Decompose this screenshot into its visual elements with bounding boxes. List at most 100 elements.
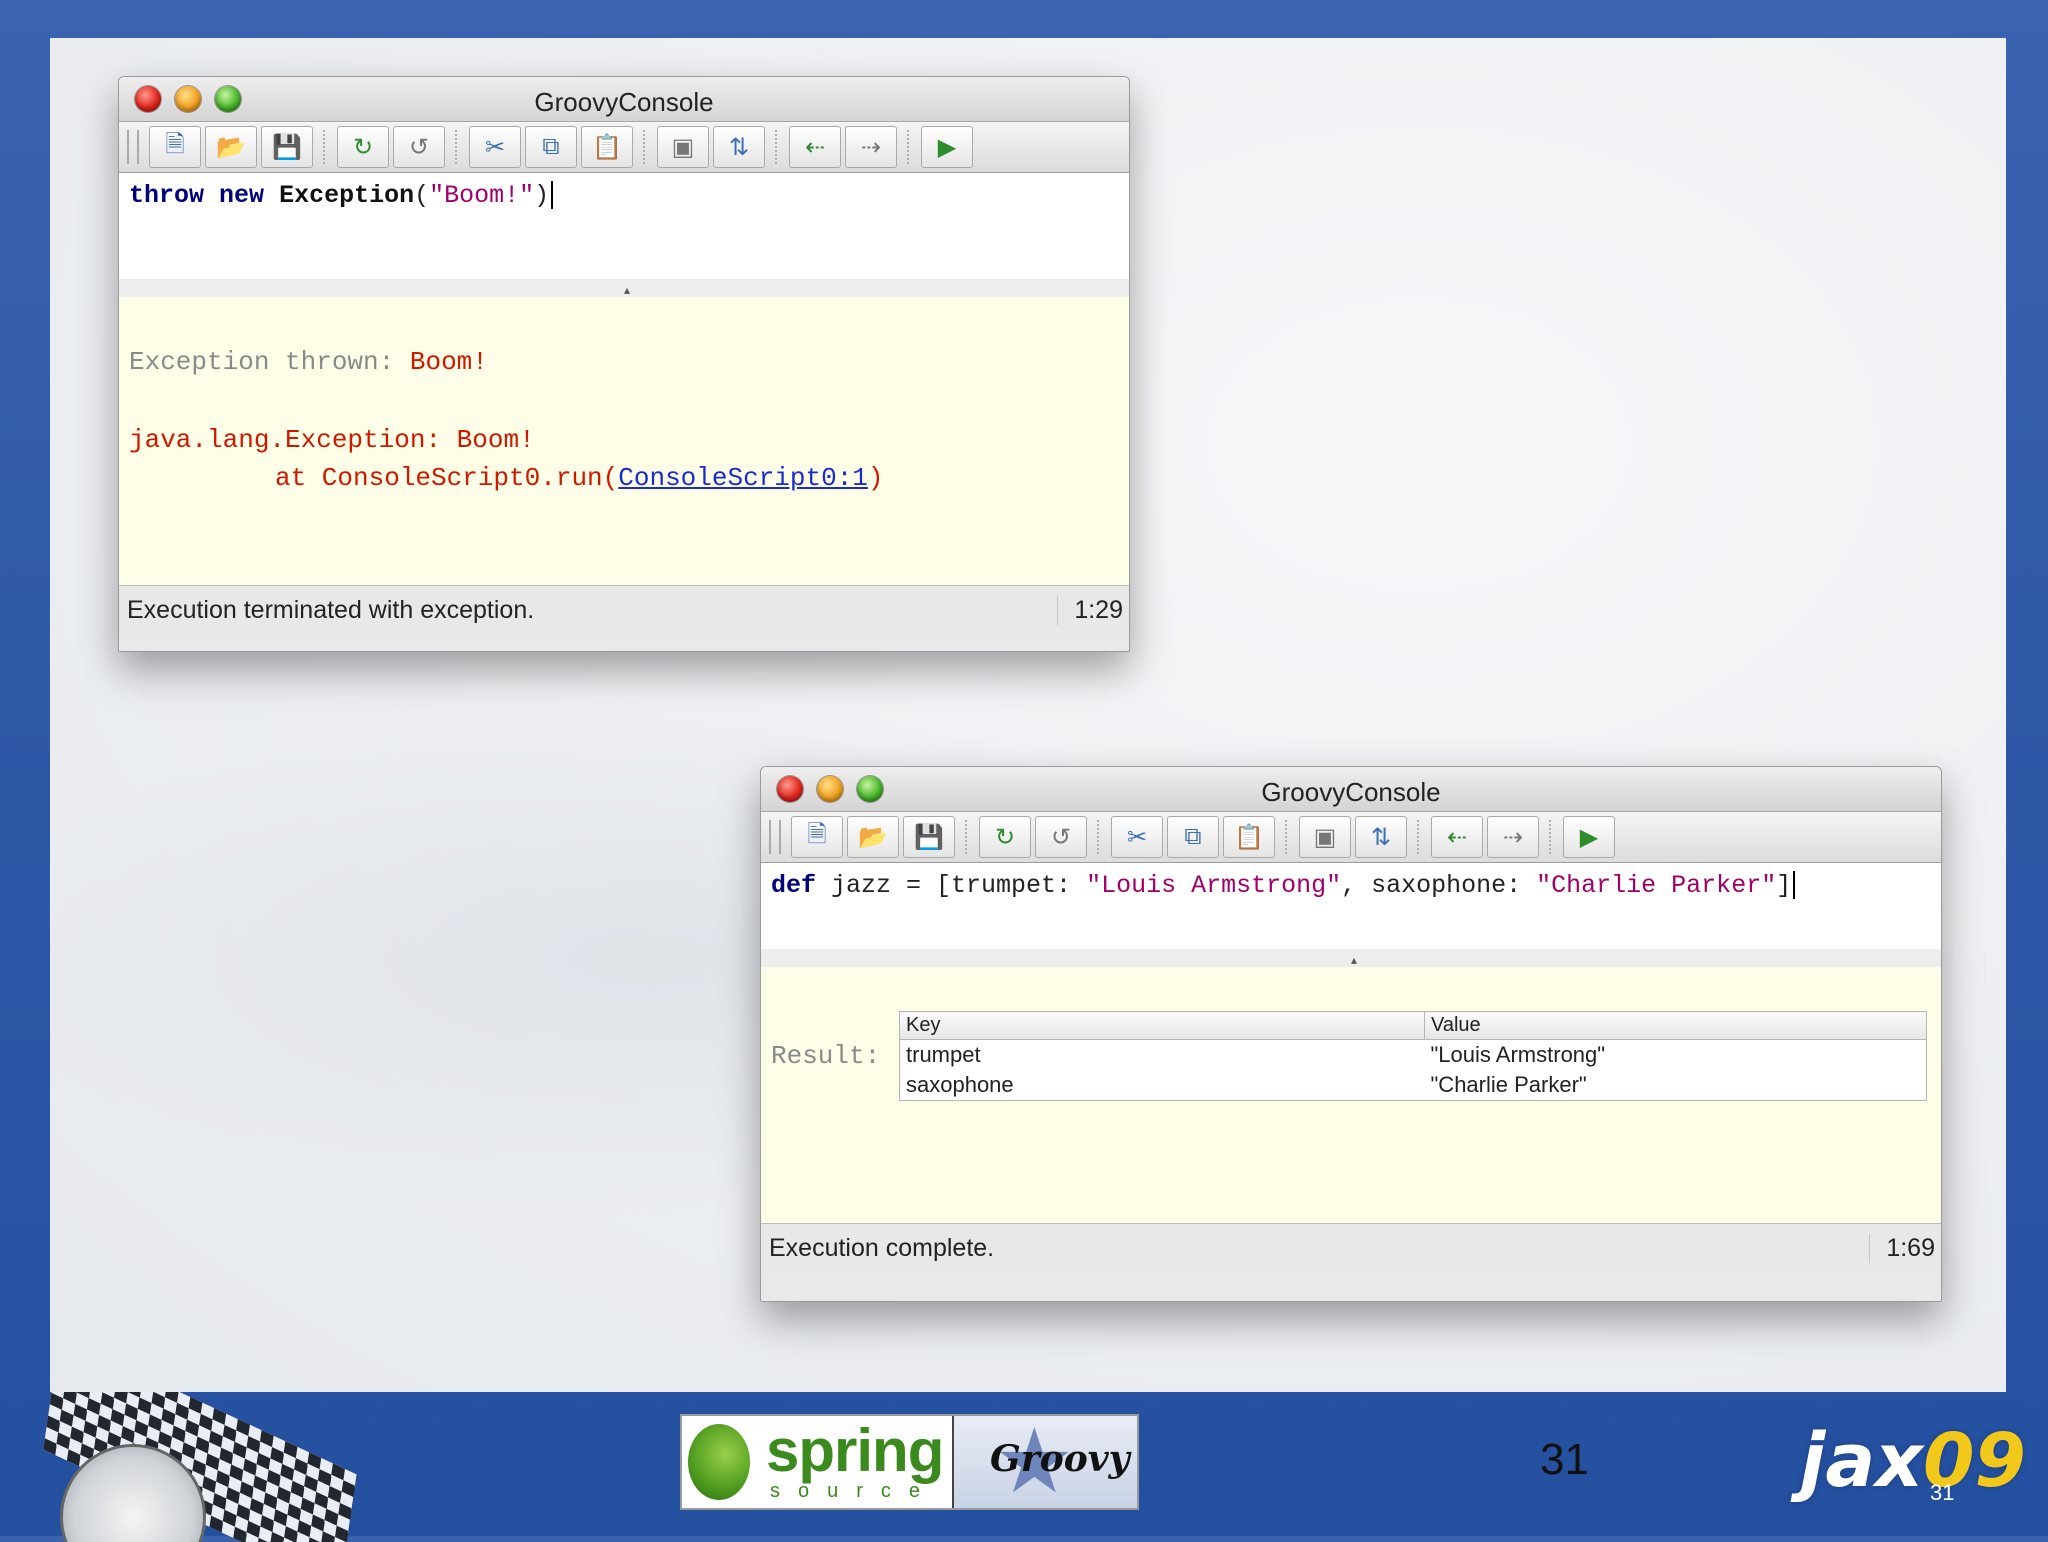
source-logo-text: source — [770, 1480, 939, 1502]
code-class-name: Exception — [279, 181, 415, 210]
history-forward-button[interactable]: ⇢ — [1487, 816, 1539, 858]
toolbar-separator — [1285, 820, 1289, 854]
split-pane-divider[interactable]: ▴ — [119, 279, 1129, 297]
table-cell-key: trumpet — [906, 1042, 981, 1067]
new-file-icon: 🗎 — [807, 820, 827, 848]
toolbar-separator — [1549, 820, 1553, 854]
paste-button[interactable]: 📋 — [1223, 816, 1275, 858]
copy-button[interactable]: ⧉ — [525, 126, 577, 168]
paste-button[interactable]: 📋 — [581, 126, 633, 168]
replace-button[interactable]: ⇅ — [1355, 816, 1407, 858]
toolbar-separator — [1097, 820, 1101, 854]
copy-button[interactable]: ⧉ — [1167, 816, 1219, 858]
code-fragment: , saxophone: — [1341, 871, 1537, 900]
window-title: GroovyConsole — [1261, 777, 1441, 807]
find-button[interactable]: ▣ — [1299, 816, 1351, 858]
open-file-icon: 📂 — [216, 133, 246, 161]
undo-icon: ↻ — [994, 823, 1016, 851]
save-button[interactable]: 💾 — [903, 816, 955, 858]
column-header-key[interactable]: Key — [899, 1011, 1425, 1040]
run-script-icon: ▶ — [937, 133, 957, 161]
run-script-icon: ▶ — [1579, 823, 1599, 851]
column-header-value[interactable]: Value — [1424, 1011, 1927, 1040]
history-back-icon: ⇠ — [1446, 823, 1468, 851]
code-keyword-throw: throw — [129, 181, 205, 210]
toolbar-separator — [323, 130, 327, 164]
toolbar: 🗎 📂 💾 ↻ ↺ ✂ ⧉ 📋 ▣ ⇅ ⇠ ⇢ ▶ — [761, 812, 1941, 863]
table-cell-value: "Charlie Parker" — [1430, 1072, 1587, 1097]
run-script-button[interactable]: ▶ — [921, 126, 973, 168]
text-caret — [1793, 871, 1796, 900]
code-keyword-new: new — [219, 181, 265, 210]
window-titlebar[interactable]: GroovyConsole — [761, 767, 1941, 812]
groovy-console-window-exception: GroovyConsole 🗎 📂 💾 ↻ ↺ ✂ ⧉ 📋 ▣ ⇅ ⇠ ⇢ ▶ … — [118, 76, 1130, 652]
script-editor[interactable]: def jazz = [trumpet: "Louis Armstrong", … — [761, 863, 1941, 949]
toolbar-separator — [965, 820, 969, 854]
code-paren-open: ( — [414, 181, 430, 210]
sponsor-logos: spring source ★ Groovy — [680, 1414, 1139, 1510]
stacktrace-source-link[interactable]: ConsoleScript0:1 — [618, 463, 868, 493]
replace-button[interactable]: ⇅ — [713, 126, 765, 168]
history-back-button[interactable]: ⇠ — [1431, 816, 1483, 858]
code-paren-close: ) — [534, 181, 550, 210]
result-table-header: Key Value — [899, 1011, 1927, 1040]
undo-button[interactable]: ↻ — [979, 816, 1031, 858]
undo-button[interactable]: ↻ — [337, 126, 389, 168]
jax-page-number: 31 — [1930, 1480, 1955, 1505]
run-script-button[interactable]: ▶ — [1563, 816, 1615, 858]
status-message: Execution complete. — [769, 1234, 995, 1262]
toolbar-separator — [643, 130, 647, 164]
table-row[interactable]: trumpet "Louis Armstrong" — [900, 1040, 1927, 1071]
find-button[interactable]: ▣ — [657, 126, 709, 168]
undo-icon: ↻ — [352, 133, 374, 161]
code-fragment: jazz = [trumpet: — [816, 871, 1087, 900]
groovy-logo-text: Groovy — [990, 1438, 1130, 1480]
script-editor[interactable]: throw new Exception("Boom!") — [119, 173, 1129, 279]
new-file-button[interactable]: 🗎 — [149, 126, 201, 168]
code-string: "Boom!" — [429, 181, 535, 210]
copy-icon: ⧉ — [1184, 823, 1202, 850]
cut-button[interactable]: ✂ — [1111, 816, 1163, 858]
redo-icon: ↺ — [1050, 823, 1072, 851]
spring-logo-text: spring — [766, 1417, 944, 1484]
stacktrace-prefix: at ConsoleScript0.run( — [275, 463, 619, 493]
stacktrace-line-1: java.lang.Exception: Boom! — [129, 425, 535, 455]
replace-icon: ⇅ — [1370, 823, 1392, 851]
cursor-position: 1:69 — [1869, 1234, 1935, 1263]
redo-icon: ↺ — [408, 133, 430, 161]
new-file-button[interactable]: 🗎 — [791, 816, 843, 858]
toolbar-separator — [1417, 820, 1421, 854]
split-pane-divider[interactable]: ▴ — [761, 949, 1941, 967]
toolbar-grip[interactable] — [127, 130, 139, 164]
table-row[interactable]: saxophone "Charlie Parker" — [900, 1070, 1927, 1101]
code-string: "Louis Armstrong" — [1086, 871, 1342, 900]
save-button[interactable]: 💾 — [261, 126, 313, 168]
result-table: Key Value trumpet "Louis Armstrong" saxo… — [899, 1011, 1927, 1101]
save-icon: 💾 — [914, 823, 944, 851]
cursor-position: 1:29 — [1057, 596, 1123, 625]
output-pane[interactable]: Result: Key Value trumpet "Louis Armstro… — [761, 967, 1941, 1223]
exception-message: Boom! — [409, 347, 488, 377]
stacktrace-suffix: ) — [867, 463, 884, 493]
replace-icon: ⇅ — [728, 133, 750, 161]
spring-leaf-icon — [688, 1424, 750, 1500]
redo-button[interactable]: ↺ — [393, 126, 445, 168]
output-pane[interactable]: Exception thrown: Boom! java.lang.Except… — [119, 297, 1129, 585]
new-file-icon: 🗎 — [165, 130, 185, 158]
table-cell-value: "Louis Armstrong" — [1430, 1042, 1606, 1067]
code-keyword-def: def — [771, 871, 817, 900]
text-caret — [551, 181, 554, 210]
window-titlebar[interactable]: GroovyConsole — [119, 77, 1129, 122]
stacktrace-line-2: at ConsoleScript0.run(ConsoleScript0:1) — [129, 459, 1119, 497]
paste-icon: 📋 — [592, 133, 622, 161]
history-forward-button[interactable]: ⇢ — [845, 126, 897, 168]
open-file-button[interactable]: 📂 — [205, 126, 257, 168]
code-string: "Charlie Parker" — [1536, 871, 1777, 900]
cut-button[interactable]: ✂ — [469, 126, 521, 168]
table-cell-key: saxophone — [906, 1072, 1014, 1097]
find-icon: ▣ — [1313, 823, 1337, 851]
open-file-button[interactable]: 📂 — [847, 816, 899, 858]
redo-button[interactable]: ↺ — [1035, 816, 1087, 858]
toolbar-grip[interactable] — [769, 820, 781, 854]
history-back-button[interactable]: ⇠ — [789, 126, 841, 168]
